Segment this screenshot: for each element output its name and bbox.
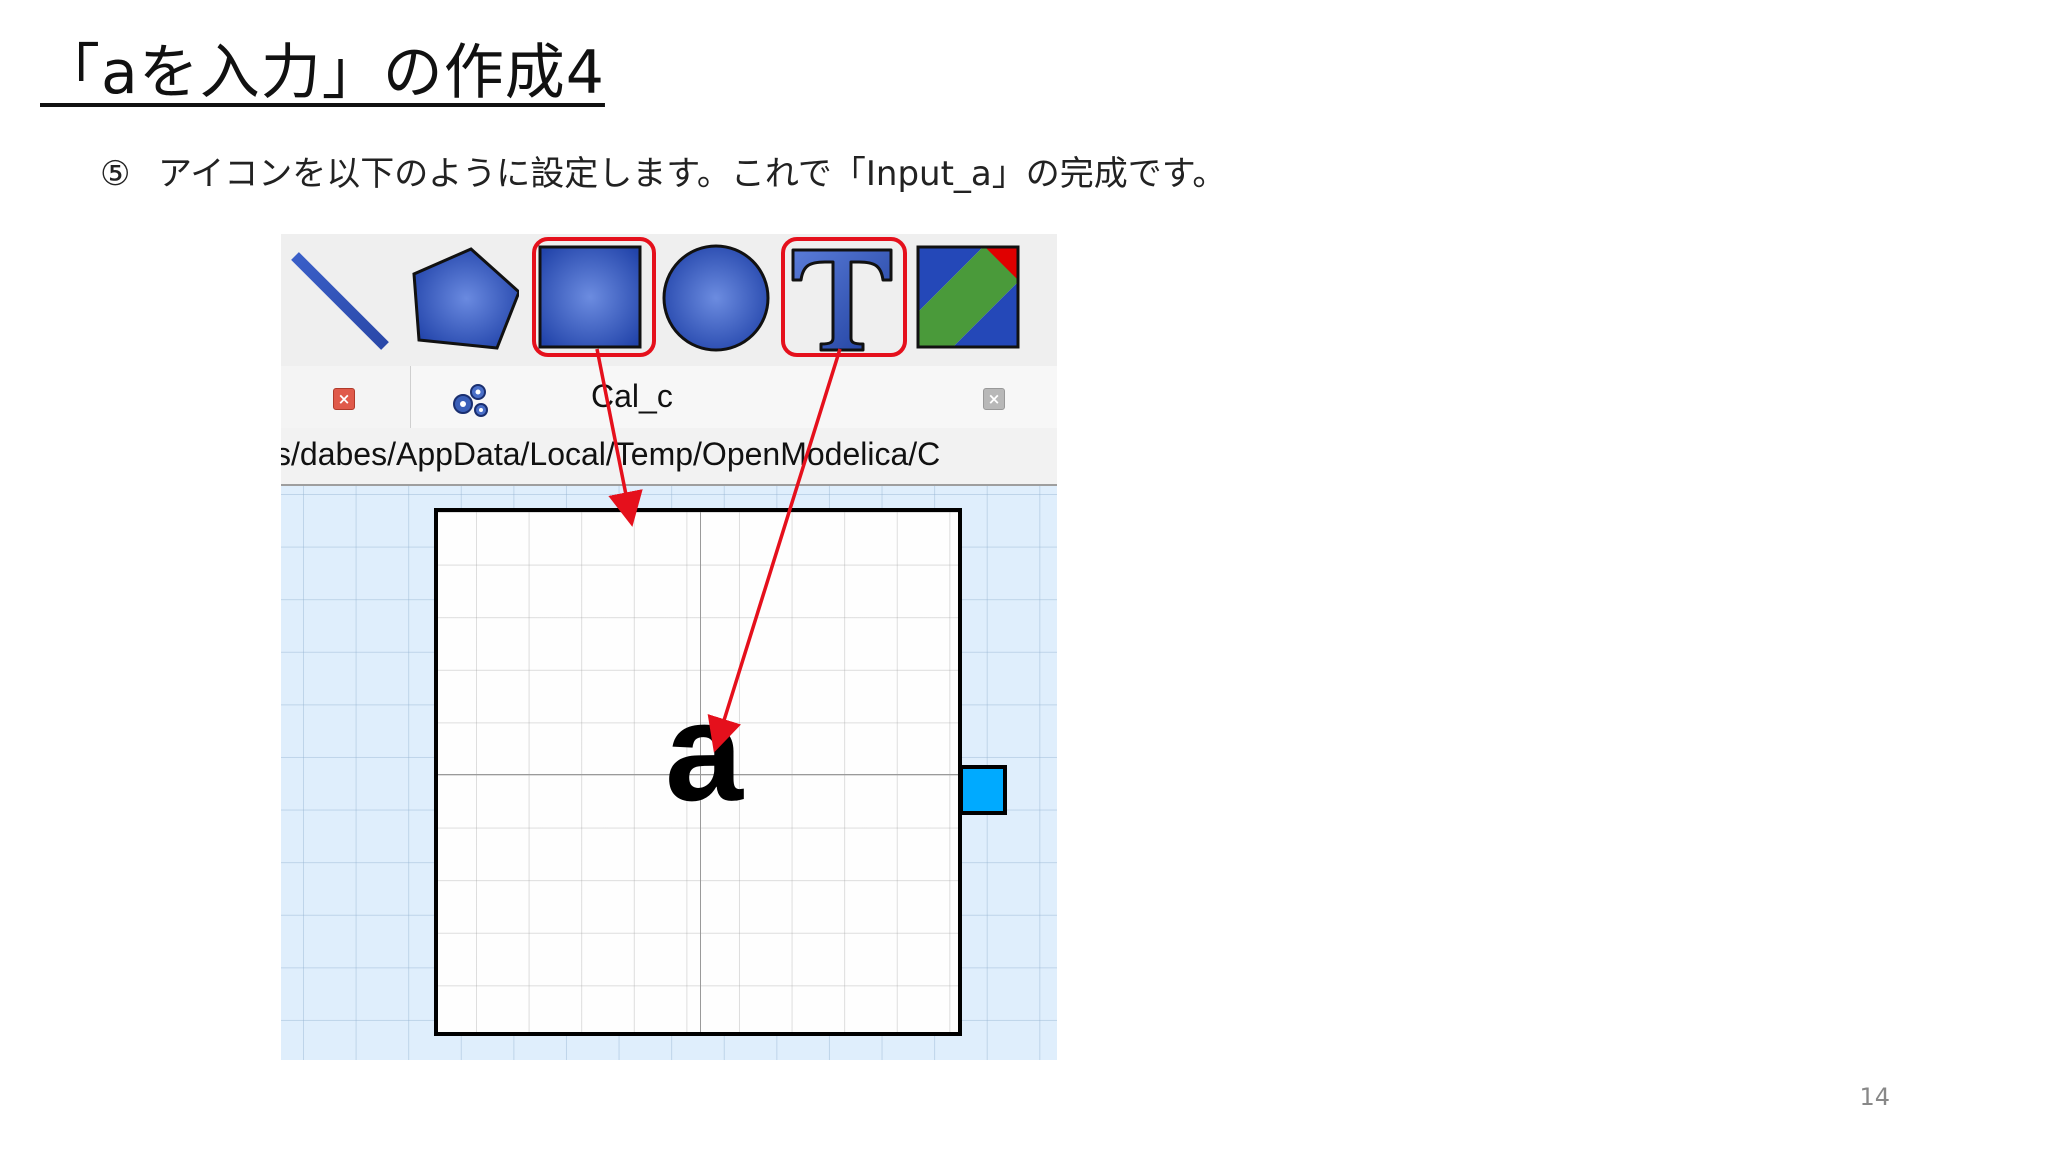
- tab-previous[interactable]: ×: [281, 366, 411, 428]
- bitmap-tool-icon[interactable]: [913, 242, 1023, 354]
- close-icon[interactable]: ×: [983, 388, 1005, 410]
- line-tool-icon[interactable]: [283, 242, 393, 354]
- omedit-screenshot: × Cal_c × s/dabes/AppData/Local/Temp/Ope…: [281, 234, 1057, 1060]
- output-connector[interactable]: [959, 765, 1007, 815]
- model-gears-icon: [453, 384, 488, 417]
- close-icon[interactable]: ×: [333, 388, 355, 410]
- step-text: アイコンを以下のように設定します。これで「Input_a」の完成です。: [158, 154, 1227, 194]
- icon-text[interactable]: a: [644, 682, 764, 822]
- text-tool-icon[interactable]: [787, 242, 897, 354]
- rectangle-tool-icon[interactable]: [535, 242, 645, 354]
- tab-bar: × Cal_c ×: [281, 366, 1057, 429]
- tab-model-label: Cal_c: [591, 378, 673, 414]
- slide-title: 「aを入力」の作成4: [40, 38, 605, 108]
- icon-canvas[interactable]: a: [281, 486, 1057, 1060]
- tab-model[interactable]: Cal_c ×: [411, 366, 1057, 428]
- file-path: s/dabes/AppData/Local/Temp/OpenModelica/…: [281, 436, 941, 472]
- file-path-bar: s/dabes/AppData/Local/Temp/OpenModelica/…: [281, 428, 1057, 486]
- step-instruction: ⑤ アイコンを以下のように設定します。これで「Input_a」の完成です。: [100, 146, 1226, 195]
- shapes-toolbar: [281, 234, 1057, 367]
- polygon-tool-icon[interactable]: [409, 242, 519, 354]
- icon-rectangle[interactable]: a: [434, 508, 962, 1036]
- ellipse-tool-icon[interactable]: [661, 242, 771, 354]
- page-number: 14: [1859, 1083, 1890, 1111]
- step-number: ⑤: [100, 154, 131, 194]
